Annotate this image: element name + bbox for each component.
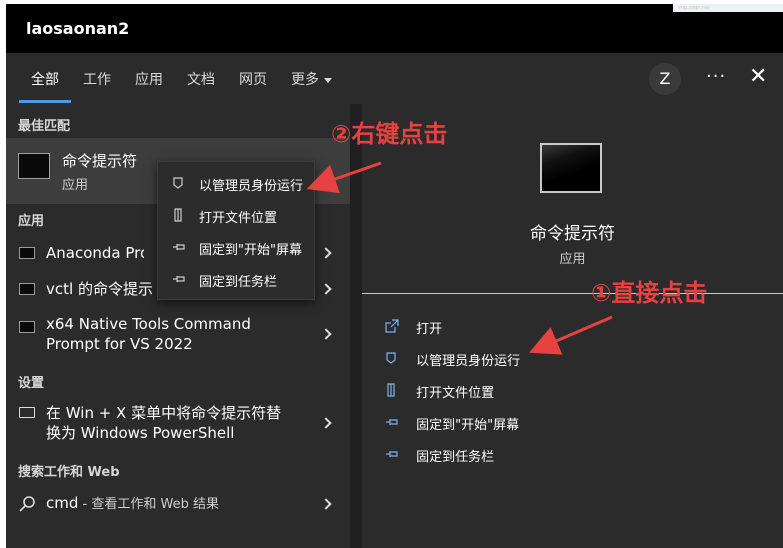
annotation-arrows (306, 161, 613, 355)
arrow-to-context-menu (306, 161, 382, 194)
arrow-to-run-as-admin (528, 315, 613, 355)
start-search-window: laosaonan2 mp.csdn.net 全部 工作 应用 文档 网页 更多… (6, 4, 783, 548)
